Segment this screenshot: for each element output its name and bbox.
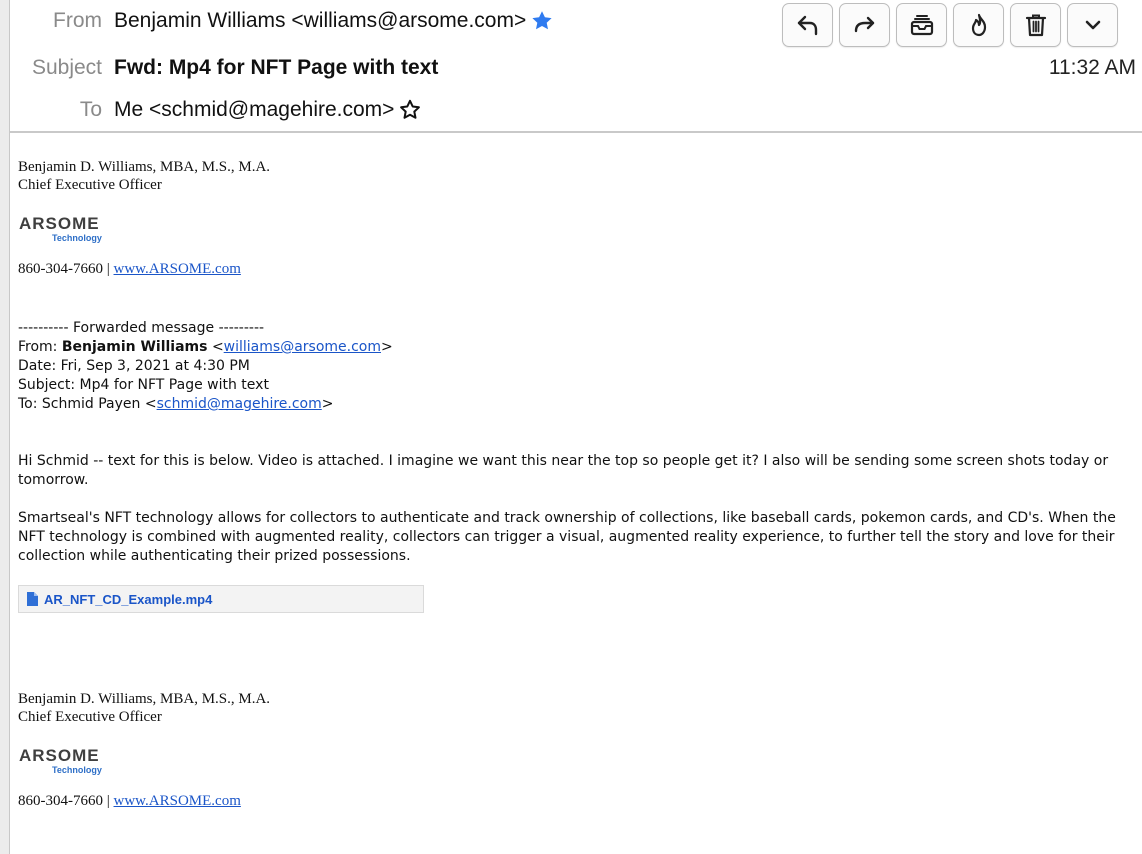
archive-icon — [910, 15, 933, 36]
more-button[interactable] — [1067, 3, 1118, 47]
forwarded-to-label: To: Schmid Payen — [18, 396, 141, 412]
signature-name: Benjamin D. Williams, MBA, M.S., M.A. — [18, 159, 271, 175]
logo-wordmark: ARSOME — [19, 746, 100, 765]
logo-subtext: Technology — [52, 765, 102, 775]
website-link[interactable]: www.ARSOME.com — [114, 261, 241, 277]
website-link[interactable]: www.ARSOME.com — [114, 793, 241, 809]
forwarded-date: Date: Fri, Sep 3, 2021 at 4:30 PM — [18, 358, 250, 374]
forwarded-from: From: Benjamin Williams <williams@arsome… — [18, 338, 1128, 357]
separator: | — [106, 793, 110, 809]
attachment-item[interactable]: AR_NFT_CD_Example.mp4 — [18, 585, 424, 613]
forwarded-from-email[interactable]: williams@arsome.com — [224, 339, 381, 355]
forward-button[interactable] — [839, 3, 890, 47]
flame-junk-icon — [971, 13, 986, 37]
signature-contact: 860-304-7660 | www.ARSOME.com — [18, 261, 241, 278]
reply-button[interactable] — [782, 3, 833, 47]
forward-icon — [854, 16, 874, 33]
signature-bottom: Benjamin D. Williams, MBA, M.S., M.A. Ch… — [18, 690, 270, 726]
archive-button[interactable] — [896, 3, 947, 47]
body-paragraph-1: Hi Schmid -- text for this is below. Vid… — [18, 453, 1109, 488]
forwarded-from-label: From: — [18, 339, 58, 355]
message-toolbar — [782, 3, 1118, 47]
junk-button[interactable] — [953, 3, 1004, 47]
signature-top: Benjamin D. Williams, MBA, M.S., M.A. Ch… — [18, 158, 270, 194]
angle-open: < — [211, 339, 224, 355]
from-value[interactable]: Benjamin Williams <williams@arsome.com> — [114, 9, 526, 33]
forwarded-from-name: Benjamin Williams — [61, 339, 208, 355]
forwarded-divider: ---------- Forwarded message --------- — [18, 320, 265, 336]
logo-subtext: Technology — [52, 233, 102, 243]
forwarded-to: To: Schmid Payen <schmid@magehire.com> — [18, 395, 1128, 414]
message-time: 11:32 AM — [1048, 56, 1136, 79]
trash-icon — [1025, 14, 1046, 37]
phone-number: 860-304-7660 — [18, 793, 103, 809]
signature-title: Chief Executive Officer — [18, 709, 162, 725]
separator: | — [106, 261, 110, 277]
angle-close: > — [381, 339, 393, 355]
left-pane-edge — [0, 0, 10, 854]
logo-wordmark: ARSOME — [19, 214, 100, 233]
arsome-logo: ARSOME Technology — [18, 746, 112, 778]
body-paragraph-2: Smartseal's NFT technology allows for co… — [18, 510, 1116, 564]
from-label: From — [53, 9, 102, 32]
star-outline-icon[interactable] — [398, 98, 422, 122]
message-header: From Benjamin Williams <williams@arsome.… — [10, 0, 1142, 133]
from-row: From Benjamin Williams <williams@arsome.… — [10, 9, 554, 33]
signature-name: Benjamin D. Williams, MBA, M.S., M.A. — [18, 691, 271, 707]
forwarded-to-email[interactable]: schmid@magehire.com — [157, 396, 322, 412]
to-row: To Me <schmid@magehire.com> — [10, 98, 422, 122]
arsome-logo: ARSOME Technology — [18, 214, 112, 246]
signature-title: Chief Executive Officer — [18, 177, 162, 193]
forwarded-header: ---------- Forwarded message --------- F… — [18, 319, 1128, 414]
subject-label: Subject — [31, 56, 102, 79]
to-label: To — [79, 98, 102, 121]
phone-number: 860-304-7660 — [18, 261, 103, 277]
trash-button[interactable] — [1010, 3, 1061, 47]
to-value[interactable]: Me <schmid@magehire.com> — [114, 98, 394, 122]
reply-icon — [797, 15, 817, 36]
signature-contact: 860-304-7660 | www.ARSOME.com — [18, 793, 241, 810]
angle-close: > — [321, 396, 334, 412]
attachment-name: AR_NFT_CD_Example.mp4 — [44, 591, 213, 607]
forwarded-subject: Subject: Mp4 for NFT Page with text — [18, 377, 269, 393]
file-icon — [27, 592, 38, 606]
subject-row: Subject Fwd: Mp4 for NFT Page with text — [10, 56, 438, 80]
angle-open: < — [144, 396, 157, 412]
subject-value: Fwd: Mp4 for NFT Page with text — [114, 56, 439, 79]
chevron-down-icon — [1085, 20, 1100, 30]
star-filled-icon[interactable] — [530, 9, 554, 33]
